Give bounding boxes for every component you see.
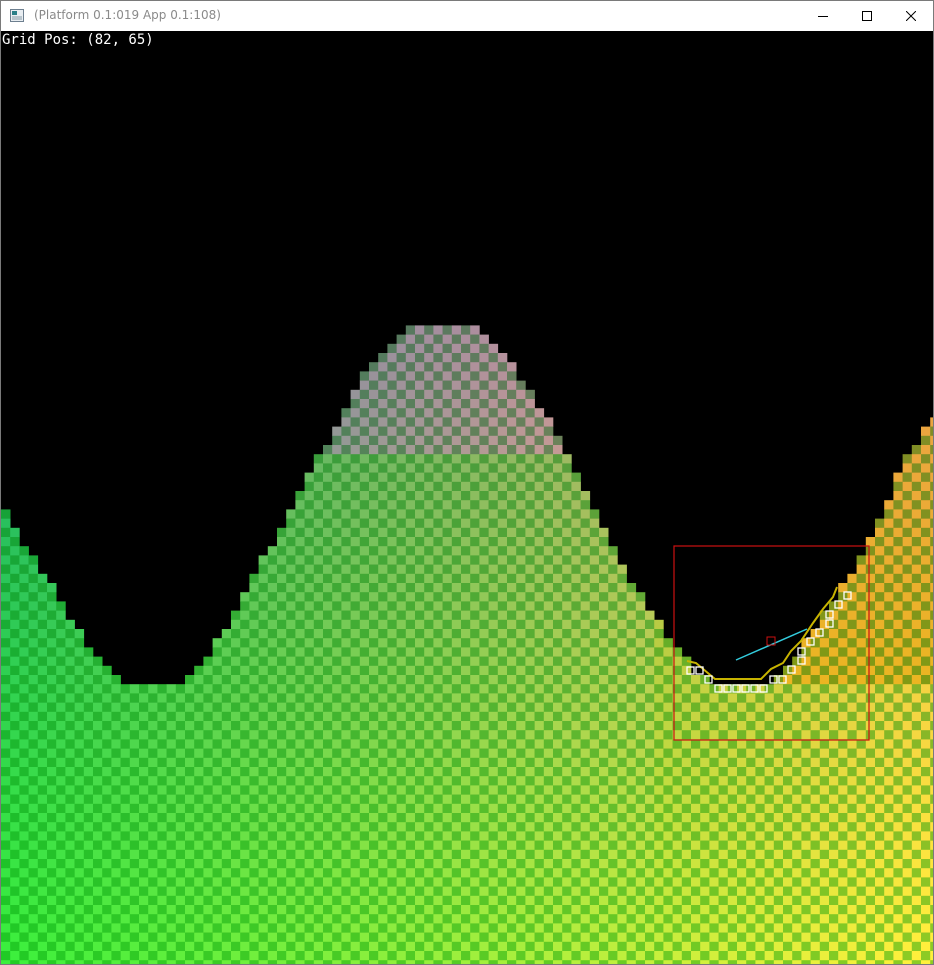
game-viewport[interactable]: Grid Pos: (82, 65) [1, 31, 933, 964]
terrain-canvas[interactable] [1, 31, 933, 964]
app-icon [10, 9, 24, 22]
title-bar[interactable]: (Platform 0.1:019 App 0.1:108) [1, 1, 933, 31]
terrain-tiles [1, 325, 933, 964]
maximize-button[interactable] [844, 1, 890, 31]
window-title: (Platform 0.1:019 App 0.1:108) [34, 8, 221, 22]
maximize-icon [862, 11, 872, 21]
close-icon [906, 11, 916, 21]
app-window: (Platform 0.1:019 App 0.1:108) Grid Pos:… [0, 0, 934, 965]
close-button[interactable] [888, 1, 933, 31]
minimize-button[interactable] [800, 1, 846, 31]
grid-pos-readout: Grid Pos: (82, 65) [2, 32, 154, 48]
minimize-icon [818, 16, 828, 17]
